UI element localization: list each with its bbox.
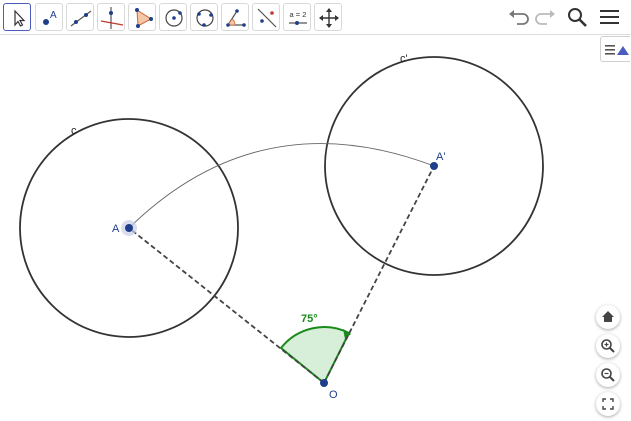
toolbar: A a = 2 xyxy=(0,0,631,35)
home-icon xyxy=(602,311,614,322)
cursor-arrow-icon xyxy=(14,9,26,27)
move-tool[interactable] xyxy=(3,3,31,31)
point-a-prime[interactable] xyxy=(430,162,438,170)
home-button[interactable] xyxy=(596,305,620,329)
point-tool[interactable]: A xyxy=(35,3,63,31)
label-circle-c: c xyxy=(71,125,77,137)
slider-tool-text: a = 2 xyxy=(290,10,307,19)
move-view-tool[interactable] xyxy=(314,3,342,31)
graphics-view[interactable]: c c' A A' O 75° xyxy=(0,35,631,421)
angle-tool[interactable] xyxy=(221,3,249,31)
fullscreen-icon xyxy=(602,398,614,410)
search-icon xyxy=(568,8,587,27)
circle-center-icon xyxy=(165,9,183,27)
main-menu-button[interactable] xyxy=(596,4,622,30)
undo-button[interactable] xyxy=(505,4,531,30)
four-arrows-icon xyxy=(319,8,339,28)
redo-icon xyxy=(535,10,555,25)
menu-icon xyxy=(600,10,619,24)
slider-tool[interactable]: a = 2 xyxy=(283,3,311,31)
zoom-in-button[interactable] xyxy=(596,334,620,358)
point-a-icon: A xyxy=(43,10,57,25)
triangle-icon xyxy=(135,8,153,28)
perpendicular-line-tool[interactable] xyxy=(97,3,125,31)
circle-three-points-icon xyxy=(196,9,214,27)
zoom-out-icon xyxy=(601,368,615,382)
angle-icon xyxy=(226,9,246,27)
label-angle: 75° xyxy=(301,313,318,325)
reflect-tool[interactable] xyxy=(252,3,280,31)
line-tool[interactable] xyxy=(66,3,94,31)
label-point-a-prime: A' xyxy=(436,151,445,163)
slider-icon: a = 2 xyxy=(289,10,307,25)
zoom-in-icon xyxy=(601,339,615,353)
redo-button[interactable] xyxy=(533,4,559,30)
perpendicular-icon xyxy=(100,7,124,29)
undo-icon xyxy=(509,10,529,25)
angle-sector[interactable] xyxy=(279,326,351,385)
circle-three-points-tool[interactable] xyxy=(190,3,218,31)
point-o[interactable] xyxy=(320,379,328,387)
line-through-points-icon xyxy=(70,10,92,27)
polygon-tool[interactable] xyxy=(128,3,156,31)
label-circle-c-prime: c' xyxy=(400,53,408,65)
label-point-a: A xyxy=(112,223,120,235)
point-tool-letter: A xyxy=(50,10,57,21)
fullscreen-button[interactable] xyxy=(596,392,620,416)
rotation-arc[interactable] xyxy=(128,143,435,229)
search-button[interactable] xyxy=(564,4,590,30)
circle-center-point-tool[interactable] xyxy=(159,3,187,31)
reflect-line-icon xyxy=(257,8,277,28)
point-a[interactable] xyxy=(125,224,133,232)
label-point-o: O xyxy=(329,389,338,401)
zoom-out-button[interactable] xyxy=(596,363,620,387)
